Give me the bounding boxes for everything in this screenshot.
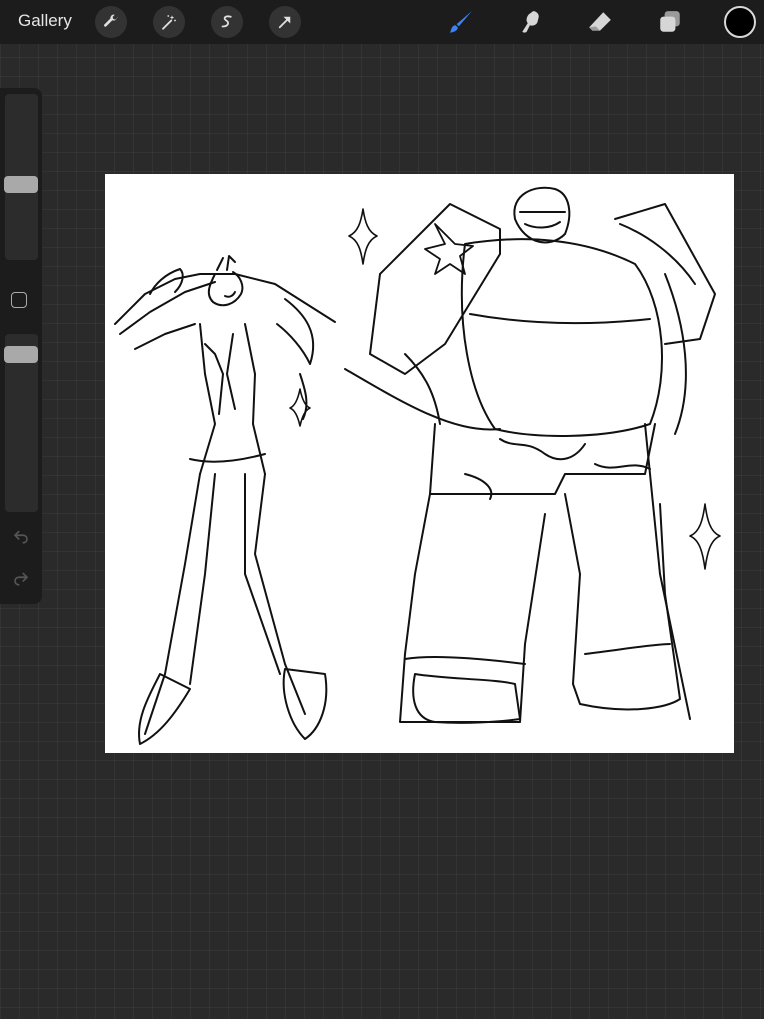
redo-icon	[14, 572, 29, 586]
undo-icon	[13, 530, 28, 544]
layers-button[interactable]	[655, 7, 685, 37]
gallery-button[interactable]: Gallery	[18, 11, 72, 31]
brush-icon	[450, 11, 472, 33]
selection-icon	[221, 15, 232, 28]
transform-arrow-icon	[278, 16, 291, 29]
redo-button[interactable]	[10, 567, 32, 589]
layers-icon	[660, 11, 680, 32]
opacity-thumb[interactable]	[4, 345, 38, 363]
brush-size-thumb[interactable]	[4, 176, 38, 194]
undo-button[interactable]	[10, 525, 32, 547]
left-sidebar	[0, 88, 42, 604]
eraser-tool-button[interactable]	[585, 7, 615, 37]
actions-button[interactable]	[95, 6, 127, 38]
transform-button[interactable]	[269, 6, 301, 38]
sketch-artwork	[114, 186, 721, 745]
drawing-canvas[interactable]	[105, 174, 734, 753]
top-toolbar: Gallery	[0, 0, 764, 44]
selection-button[interactable]	[211, 6, 243, 38]
brush-tool-button[interactable]	[446, 7, 476, 37]
smudge-tool-button[interactable]	[516, 7, 546, 37]
eraser-icon	[589, 12, 611, 31]
modify-button[interactable]	[11, 292, 27, 308]
adjustments-button[interactable]	[153, 6, 185, 38]
wrench-icon	[104, 14, 118, 27]
smudge-icon	[522, 11, 539, 33]
magic-wand-icon	[162, 15, 176, 30]
color-picker-button[interactable]	[724, 6, 756, 38]
